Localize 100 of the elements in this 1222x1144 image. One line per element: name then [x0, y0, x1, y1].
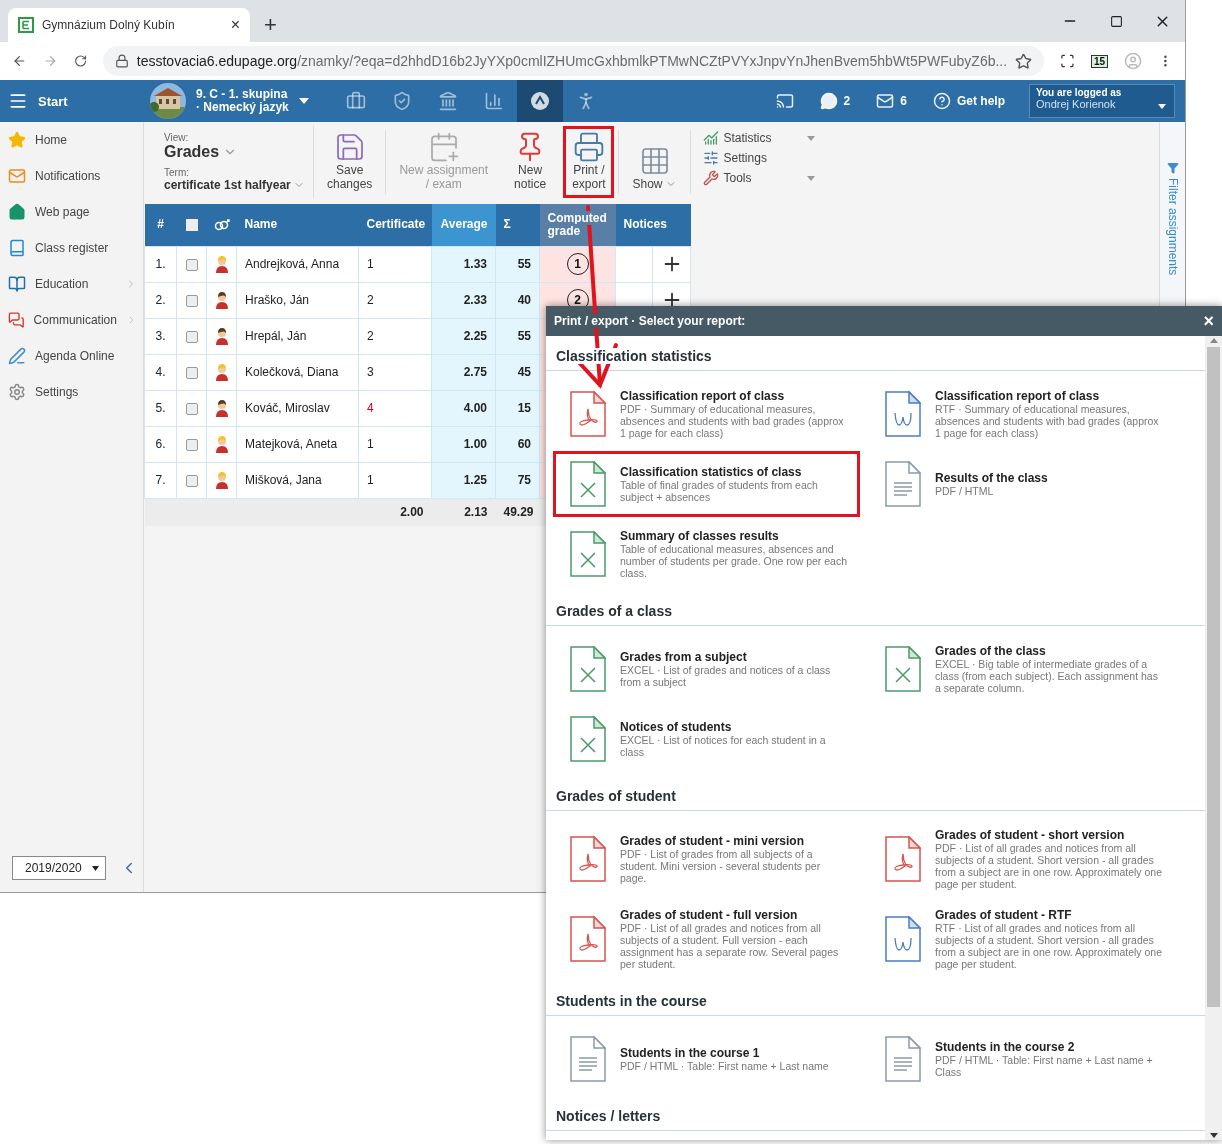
- tab-title: Gymnázium Dolný Kubín: [42, 18, 176, 32]
- text-file-icon: [885, 461, 921, 507]
- sidebar-item[interactable]: Notifications: [0, 158, 143, 194]
- bar-chart-icon: [483, 91, 504, 111]
- report-option[interactable]: Notices of students EXCEL · List of notices for each student in a class: [553, 706, 860, 772]
- new-tab-button[interactable]: +: [264, 14, 277, 36]
- printer-icon: [572, 131, 605, 163]
- scroll-down-icon[interactable]: [1209, 1133, 1218, 1138]
- report-option[interactable]: Grades of student - short version PDF · List of all grades and notices from all subjects of a student. Short version - all grades from a subject are in one row. Approximately one page per student.: [868, 821, 1175, 897]
- toolbar-menu-item[interactable]: Settings: [702, 150, 815, 166]
- report-option[interactable]: Grades of the class EXCEL · Big table of intermediate grades of a class (from each subject). Each assignment has a separate column.: [868, 636, 1175, 702]
- sidebar-item[interactable]: Education: [0, 266, 143, 302]
- scrollbar[interactable]: [1205, 336, 1222, 1140]
- report-option[interactable]: Summary of classes results Table of educational measures, absences and number of students per grade. One row per each class.: [553, 521, 860, 587]
- chat-bubble-icon: [819, 92, 838, 110]
- section-heading: Notices / letters: [556, 1108, 661, 1124]
- sidebar-item[interactable]: Web page: [0, 194, 143, 230]
- row-checkbox[interactable]: [185, 258, 198, 271]
- class-selector[interactable]: 9. C - 1. skupina · Nemecký jazyk: [150, 83, 309, 119]
- close-button[interactable]: ×: [1203, 310, 1214, 332]
- scrollbar-thumb[interactable]: [1207, 347, 1220, 1007]
- report-option[interactable]: Classification statistics of class Table of final grades of students from each subject + absences: [553, 451, 860, 517]
- toolbar-button[interactable]: Show: [623, 126, 686, 198]
- browser-tab[interactable]: Gymnázium Dolný Kubín ×: [8, 8, 250, 42]
- report-option[interactable]: Students in the course 1 PDF / HTML · Table: First name + Last name: [553, 1026, 860, 1092]
- year-select[interactable]: 2019/2020: [12, 856, 106, 880]
- scroll-up-icon[interactable]: [1209, 338, 1218, 343]
- toolbar-button[interactable]: New notice: [505, 126, 556, 198]
- column-header[interactable]: Name: [236, 204, 359, 246]
- cast-icon[interactable]: [775, 92, 794, 110]
- spreadsheet-file-icon: [570, 716, 606, 762]
- row-checkbox[interactable]: [185, 330, 198, 343]
- sidebar-item[interactable]: Class register: [0, 230, 143, 266]
- bank-icon: [437, 91, 458, 111]
- start-button[interactable]: Start: [0, 91, 150, 111]
- reload-icon[interactable]: [73, 53, 87, 69]
- sum-cell: 75: [495, 462, 540, 498]
- student-name[interactable]: Kolečková, Diana: [236, 354, 359, 390]
- nav-tab[interactable]: [516, 80, 563, 122]
- mail-button[interactable]: 6: [866, 92, 917, 110]
- calendar-extension-icon[interactable]: 15: [1090, 54, 1109, 68]
- student-name[interactable]: Mišková, Jana: [236, 462, 359, 498]
- section-heading: Classification statistics: [556, 348, 712, 364]
- report-option[interactable]: Students in the course 2 PDF / HTML · Table: First name + Last name + Class: [868, 1026, 1175, 1092]
- student-name[interactable]: Andrejková, Anna: [236, 246, 359, 282]
- student-name[interactable]: Kováč, Miroslav: [236, 390, 359, 426]
- report-option[interactable]: Grades of student - RTF RTF · List of all grades and notices from all subjects of a student. Short version - all grades from a subject are in one row. Approximately one page per student.: [868, 901, 1175, 977]
- certificate-grade: 3: [367, 365, 374, 379]
- row-number: 5.: [144, 390, 177, 426]
- row-checkbox[interactable]: [185, 402, 198, 415]
- column-header[interactable]: Computed grade: [539, 204, 616, 246]
- student-name[interactable]: Matejková, Aneta: [236, 426, 359, 462]
- report-option[interactable]: Grades from a subject EXCEL · List of grades and notices of a class from a subject: [553, 636, 860, 702]
- report-option[interactable]: Results of the class PDF / HTML: [868, 451, 1175, 517]
- column-header[interactable]: Notices: [615, 204, 691, 246]
- sidebar-item[interactable]: Settings: [0, 374, 143, 410]
- student-icon: [214, 363, 229, 381]
- pen-icon: [8, 347, 26, 365]
- toolbar-menu-item[interactable]: Statistics: [702, 130, 815, 146]
- sidebar-item[interactable]: Home: [0, 122, 143, 158]
- row-checkbox[interactable]: [185, 474, 198, 487]
- messages-button[interactable]: 2: [809, 92, 861, 110]
- toolbar-menu-item[interactable]: Tools: [702, 170, 815, 186]
- maximize-icon[interactable]: [1109, 14, 1123, 28]
- bookmark-star-icon[interactable]: [1015, 52, 1033, 70]
- column-header[interactable]: Certificate: [358, 204, 432, 246]
- row-checkbox[interactable]: [185, 366, 198, 379]
- report-option[interactable]: Grades of student - mini version PDF · List of grades from all subjects of a student. Mini version - several students per page.: [553, 821, 860, 897]
- average-cell: 4.00: [431, 390, 496, 426]
- report-option[interactable]: Classification report of class RTF · Summary of educational measures, absences and students with bad grades (approx 1 page for each class): [868, 381, 1175, 447]
- average-cell: 2.25: [431, 318, 496, 354]
- help-button[interactable]: Get help: [923, 92, 1015, 110]
- report-option[interactable]: Classification report of class PDF · Summary of educational measures, absences and students with bad grades (approx 1 page for each class): [553, 381, 860, 447]
- term-dropdown[interactable]: certificate 1st halfyear: [164, 178, 313, 192]
- student-icon: [214, 471, 229, 489]
- spreadsheet-file-icon: [570, 461, 606, 507]
- average-cell: 1.33: [431, 246, 496, 282]
- filter-icon[interactable]: [1166, 162, 1179, 174]
- student-icon: [214, 291, 229, 309]
- column-header[interactable]: Σ: [495, 204, 540, 246]
- column-header[interactable]: #: [144, 204, 177, 246]
- student-name[interactable]: Hrepál, Ján: [236, 318, 359, 354]
- screenshot-icon[interactable]: [1060, 52, 1075, 70]
- row-checkbox[interactable]: [185, 294, 198, 307]
- view-dropdown[interactable]: Grades: [164, 143, 313, 161]
- address-bar[interactable]: tesstovacia6.edupage.org/znamky/?eqa=d2hhdD16b2JyYXp0cmlIZHUmcGxhbmlkPTMwNCZtPVYxJnpvYnJhenBvem5hbWt5PWFubyZ6b...: [102, 46, 1045, 76]
- select-all-checkbox[interactable]: [185, 219, 198, 232]
- toolbar-button[interactable]: Save changes: [318, 126, 382, 198]
- section-heading: Grades of student: [556, 788, 676, 804]
- report-option[interactable]: Grades of student - full version PDF · List of all grades and notices from all subjects of a student. Full version - each assignment has a separate row. Several pages per student.: [553, 901, 860, 977]
- row-checkbox[interactable]: [185, 438, 198, 451]
- user-menu[interactable]: You are logged as Ondrej Korienok: [1029, 84, 1175, 118]
- close-tab-button[interactable]: ×: [230, 17, 240, 33]
- toolbar-button[interactable]: Print / export: [563, 126, 615, 198]
- sidebar-item[interactable]: Communication: [0, 302, 143, 338]
- open-book-icon: [8, 275, 26, 293]
- student-name[interactable]: Hraško, Ján: [236, 282, 359, 318]
- average-cell: 2.75: [431, 354, 496, 390]
- book-icon: [8, 239, 26, 257]
- sidebar-item[interactable]: Agenda Online: [0, 338, 143, 374]
